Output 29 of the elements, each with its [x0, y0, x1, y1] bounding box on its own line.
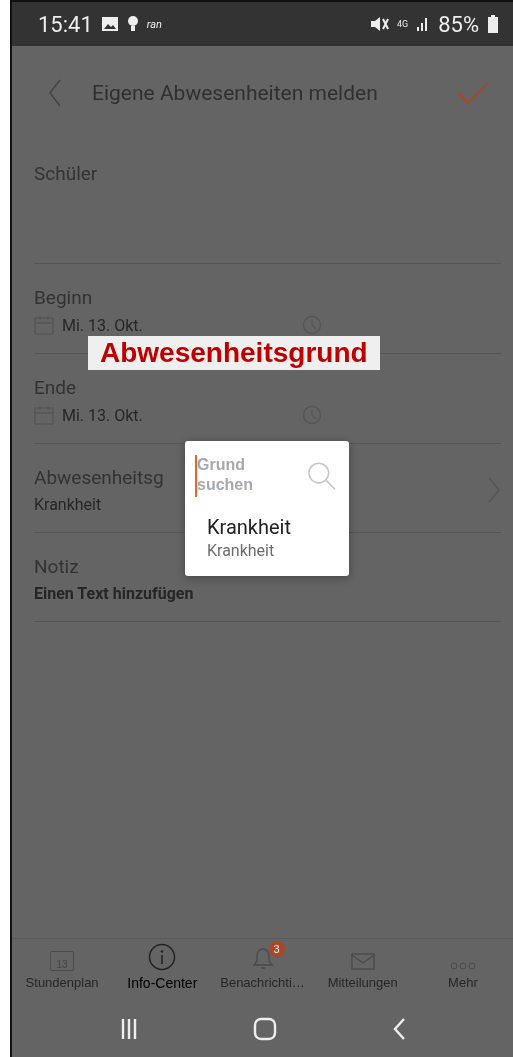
- tab-item[interactable]: 3 Benachrichti…: [212, 943, 313, 1001]
- recent-apps-icon[interactable]: [119, 1018, 138, 1040]
- checkmark-icon[interactable]: [457, 81, 489, 105]
- home-icon[interactable]: [252, 1017, 277, 1041]
- info-icon: [148, 943, 177, 971]
- carrier-label: ran: [146, 17, 162, 31]
- bell-icon: [250, 945, 275, 971]
- date-value[interactable]: Mi. 13. Okt.: [62, 405, 192, 425]
- search-icon[interactable]: [305, 460, 337, 492]
- field-value: Krankheit: [34, 495, 102, 514]
- clock-time: 15:41: [38, 11, 93, 37]
- mute-icon: [368, 15, 389, 33]
- count-badge: 3: [268, 941, 285, 957]
- more-icon: [449, 961, 476, 971]
- battery-icon: [487, 14, 499, 34]
- tab-item[interactable]: Mehr: [412, 943, 513, 1001]
- battery-percentage: 85%: [438, 11, 479, 37]
- lightbulb-icon: [126, 15, 139, 33]
- note-placeholder[interactable]: Einen Text hinzufügen: [34, 584, 194, 603]
- annotation-label: Abwesenheitsgrund: [88, 336, 380, 370]
- clock-icon[interactable]: [302, 315, 322, 335]
- option-subtitle: Krankheit: [207, 541, 276, 560]
- tab-item[interactable]: Info-Center: [112, 943, 213, 1001]
- option-title[interactable]: Krankheit: [207, 515, 349, 539]
- date-value[interactable]: Mi. 13. Okt.: [62, 315, 192, 335]
- tab-item[interactable]: Mitteilungen: [312, 943, 413, 1001]
- envelope-icon: [350, 951, 375, 971]
- image-icon: [100, 16, 119, 32]
- network-type: 4G: [396, 19, 409, 29]
